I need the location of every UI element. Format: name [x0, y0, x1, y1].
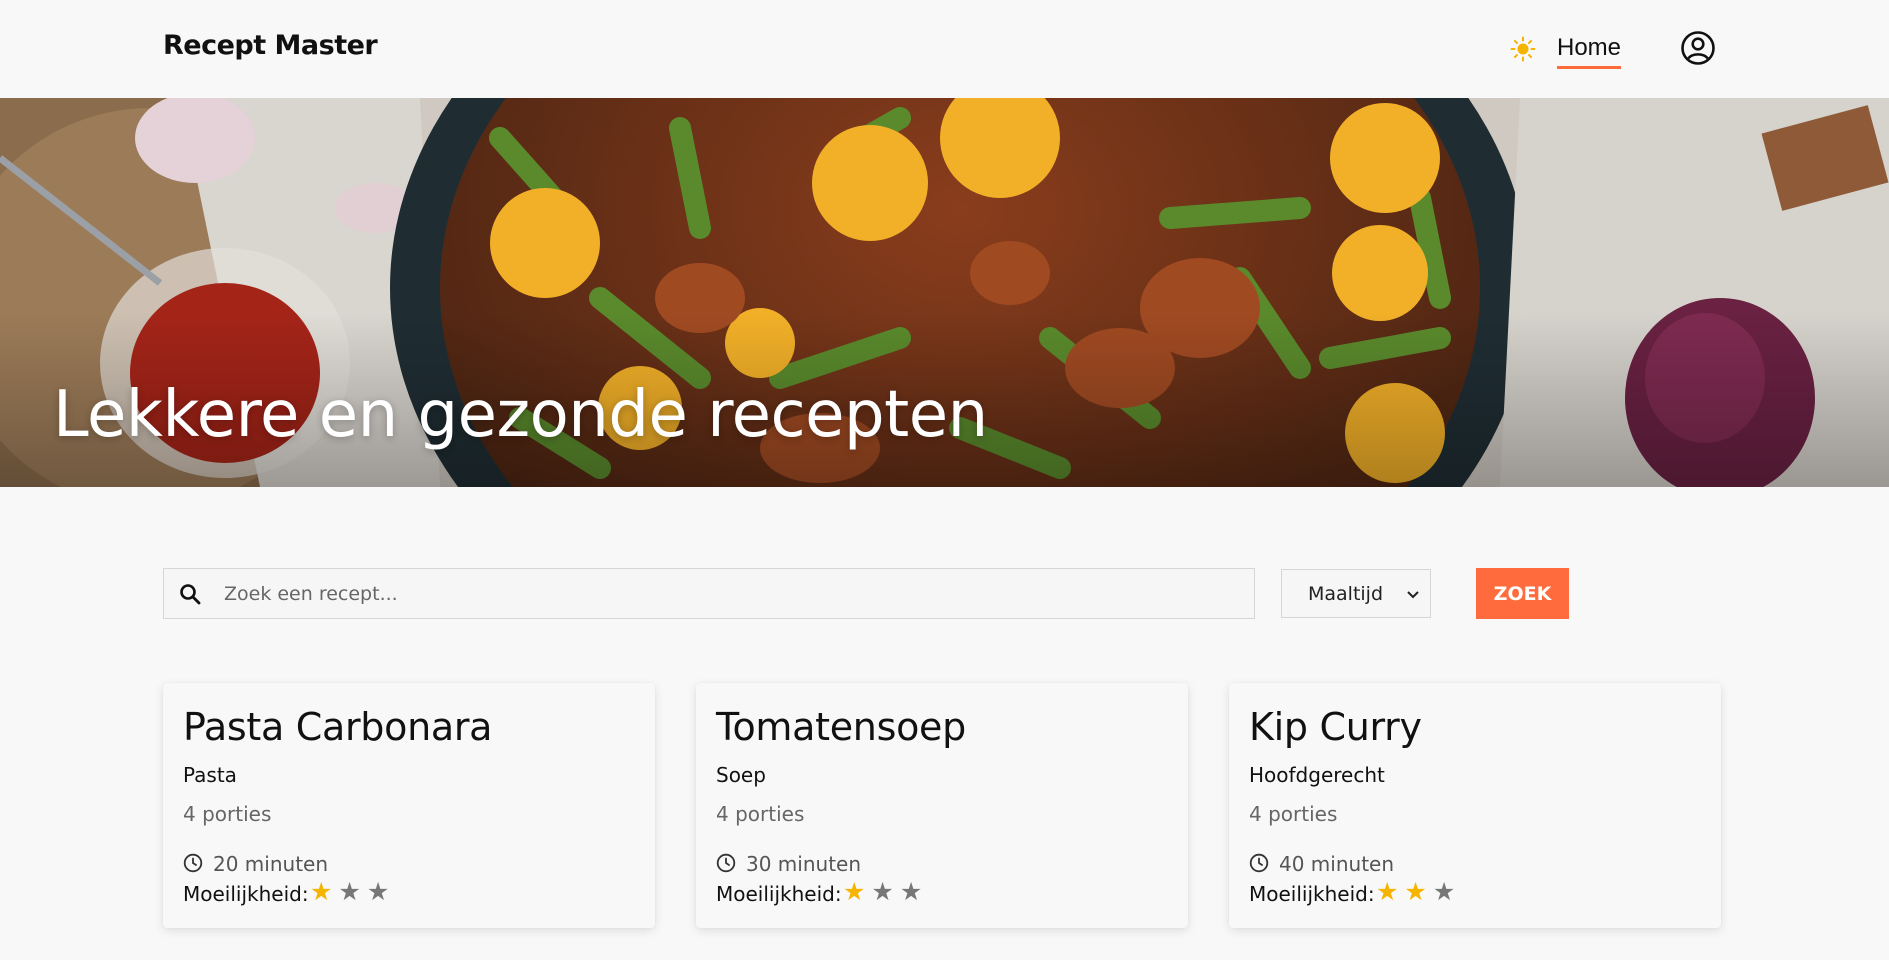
star-filled-icon: ★ [843, 878, 866, 906]
star-empty-icon: ★ [366, 878, 390, 906]
recipe-title[interactable]: Pasta Carbonara [183, 705, 492, 749]
star-filled-icon: ★ [1404, 878, 1427, 906]
recipe-card[interactable]: Kip Curry Hoofdgerecht 4 porties 40 minu… [1229, 683, 1721, 928]
clock-icon [716, 853, 736, 873]
star-empty-icon: ★ [871, 878, 894, 906]
recipe-time: 20 minuten [213, 852, 329, 876]
clock-icon [1249, 853, 1269, 873]
clock-icon [183, 853, 203, 873]
recipe-portions: 4 porties [183, 802, 272, 826]
difficulty-stars: ★ ★ ★ [310, 879, 389, 905]
recipe-title[interactable]: Tomatensoep [716, 705, 966, 749]
sun-icon[interactable] [1510, 36, 1536, 62]
recipe-category: Soep [716, 763, 766, 787]
hero-title: Lekkere en gezonde recepten [53, 378, 988, 452]
top-navbar: Recept Master Home [0, 0, 1889, 98]
difficulty-label: Moeilijkheid: [1249, 882, 1375, 906]
recipe-time: 40 minuten [1279, 852, 1395, 876]
difficulty-label: Moeilijkheid: [716, 882, 842, 906]
recipe-category: Hoofdgerecht [1249, 763, 1385, 787]
search-field[interactable] [163, 568, 1255, 619]
difficulty-stars: ★ ★ ★ [1376, 879, 1455, 905]
star-filled-icon: ★ [1376, 878, 1399, 906]
hero-banner: Lekkere en gezonde recepten [0, 98, 1889, 487]
search-button[interactable]: ZOEK [1476, 568, 1569, 619]
meal-type-select-value: Maaltijd [1308, 583, 1384, 605]
recipe-title[interactable]: Kip Curry [1249, 705, 1422, 749]
recipe-card[interactable]: Pasta Carbonara Pasta 4 porties 20 minut… [163, 683, 655, 928]
recipe-category: Pasta [183, 763, 237, 787]
search-icon [180, 584, 201, 605]
difficulty-label: Moeilijkheid: [183, 882, 309, 906]
star-empty-icon: ★ [899, 878, 923, 906]
recipe-time: 30 minuten [746, 852, 862, 876]
recipe-card[interactable]: Tomatensoep Soep 4 porties 30 minuten Mo… [696, 683, 1188, 928]
nav-link-home[interactable]: Home [1557, 34, 1622, 69]
recipe-portions: 4 porties [1249, 802, 1338, 826]
user-circle-icon[interactable] [1680, 30, 1716, 66]
chevron-down-icon [1407, 591, 1419, 599]
difficulty-stars: ★ ★ ★ [843, 879, 922, 905]
meal-type-select[interactable]: Maaltijd [1281, 569, 1431, 618]
star-filled-icon: ★ [310, 878, 333, 906]
star-empty-icon: ★ [1432, 878, 1456, 906]
star-empty-icon: ★ [338, 878, 361, 906]
site-logo[interactable]: Recept Master [163, 30, 378, 61]
recipe-portions: 4 porties [716, 802, 805, 826]
search-input[interactable] [224, 569, 1244, 618]
